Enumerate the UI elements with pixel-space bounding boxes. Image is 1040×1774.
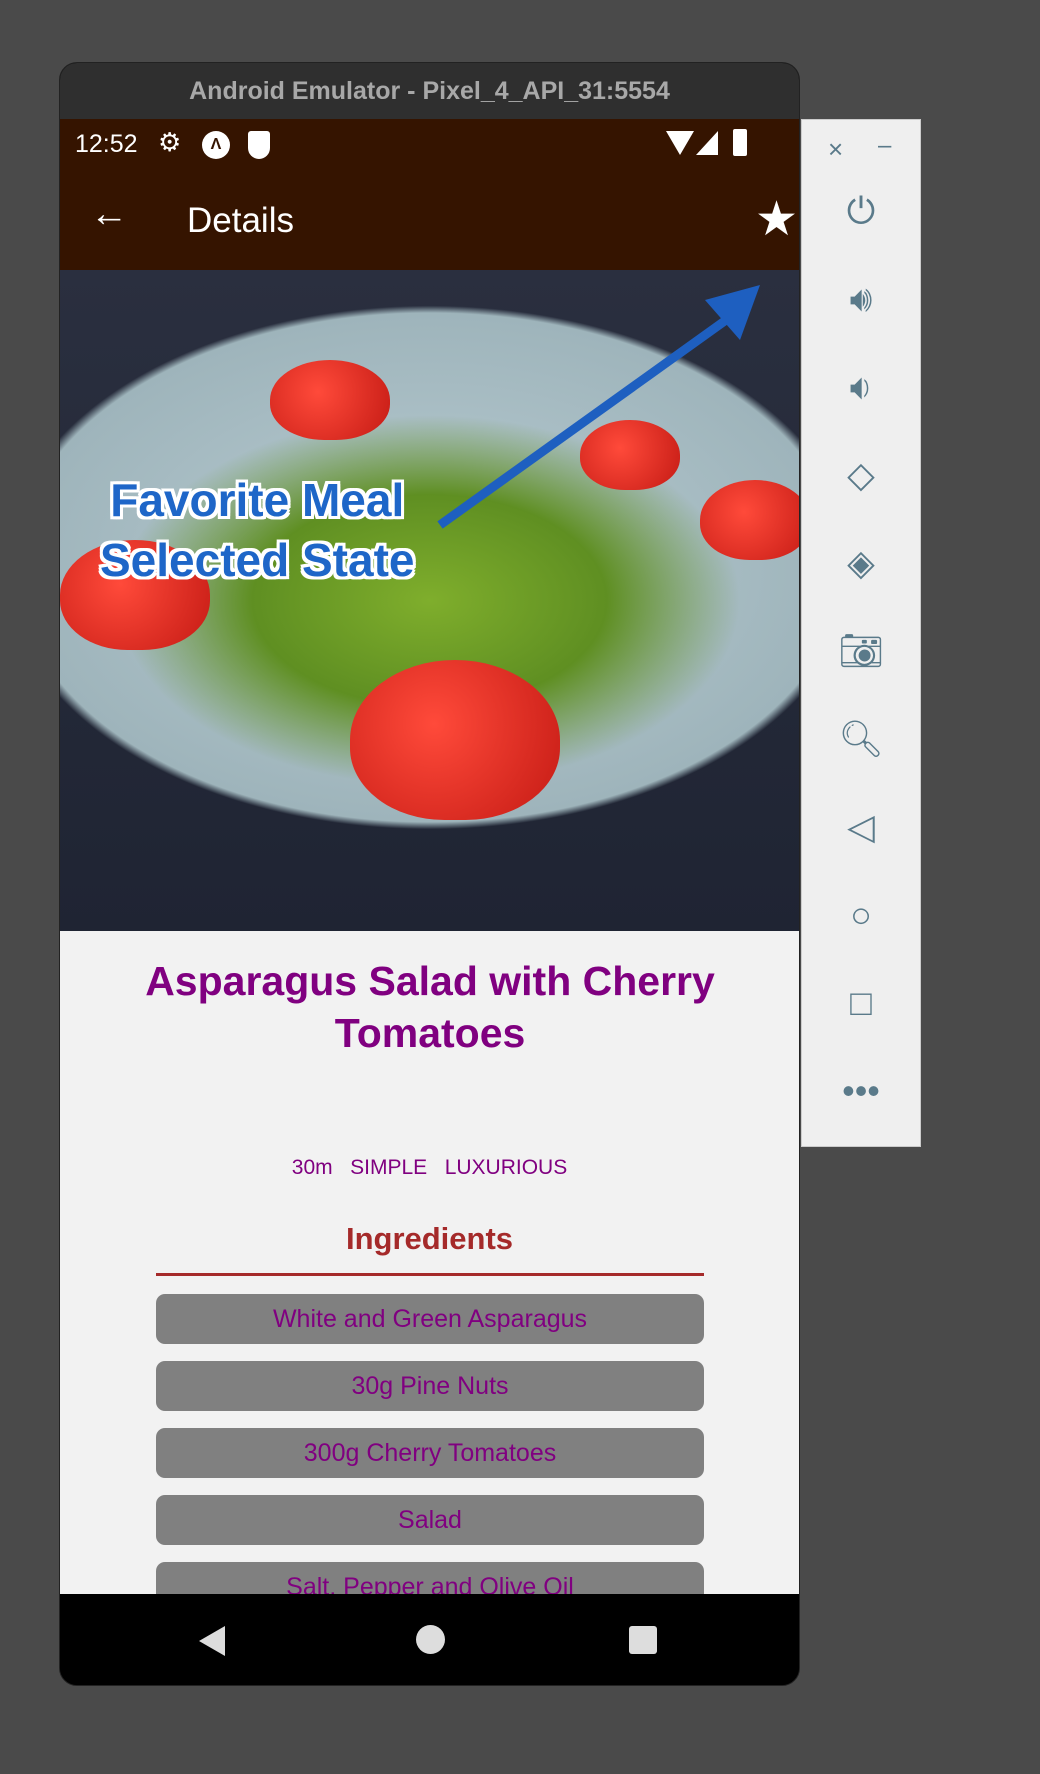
arrow-left-icon[interactable]: ← [90, 193, 128, 236]
app-bar: ← Details ★ [60, 171, 799, 270]
screen-title: Details [187, 201, 294, 240]
camera-icon[interactable]: 📷︎ [802, 630, 920, 672]
rotate-right-icon[interactable]: ◈ [802, 542, 920, 584]
ingredients-heading: Ingredients [345, 1221, 514, 1256]
heading-divider [156, 1273, 704, 1276]
battery-icon [733, 129, 747, 156]
meal-image: Favorite Meal Selected State [60, 270, 799, 931]
meal-title: Asparagus Salad with Cherry Tomatoes [145, 958, 715, 1056]
duration: 30m [291, 1156, 333, 1179]
wifi-icon [666, 131, 694, 155]
volume-down-icon[interactable]: 🔉︎ [802, 366, 920, 409]
emulator-side-toolbar: × – ⏻ 🔊︎ 🔉︎ ◇ ◈ 📷︎ 🔍︎ ◁ ○ □ ••• [801, 119, 921, 1147]
nav-home-icon[interactable] [416, 1625, 445, 1654]
overview-icon[interactable]: □ [802, 982, 920, 1024]
annotation-arrow [437, 285, 760, 529]
annotation-line2: Selected State [100, 534, 415, 586]
status-bar: 12:52 ⚙ Λ [60, 119, 799, 171]
shield-icon [248, 131, 270, 159]
star-filled-icon[interactable]: ★ [755, 191, 798, 247]
ingredients-list[interactable]: White and Green Asparagus 30g Pine Nuts … [60, 1294, 799, 1595]
complexity: SIMPLE [350, 1156, 428, 1179]
ingredient-item: Salt, Pepper and Olive Oil [156, 1562, 704, 1595]
status-time: 12:52 [75, 130, 138, 158]
power-icon[interactable]: ⏻ [802, 190, 920, 233]
nav-back-icon[interactable] [199, 1626, 225, 1656]
affordability: LUXURIOUS [444, 1156, 568, 1179]
ingredient-item: Salad [156, 1495, 704, 1545]
ingredient-item: 30g Pine Nuts [156, 1361, 704, 1411]
volume-up-icon[interactable]: 🔊︎ [802, 278, 920, 321]
emulator-window: Android Emulator - Pixel_4_API_31:5554 1… [59, 62, 800, 1686]
annotation-line1: Favorite Meal [110, 474, 405, 526]
annotation-label: Favorite Meal Selected State [100, 470, 414, 590]
minimize-icon[interactable]: – [878, 132, 891, 160]
more-icon[interactable]: ••• [802, 1070, 920, 1112]
window-title: Android Emulator - Pixel_4_API_31:5554 [60, 63, 799, 119]
rotate-left-icon[interactable]: ◇ [802, 454, 920, 496]
a-icon: Λ [202, 131, 230, 159]
home-icon[interactable]: ○ [802, 894, 920, 936]
signal-icon [696, 131, 718, 155]
zoom-icon[interactable]: 🔍︎ [802, 718, 920, 760]
meal-details: Asparagus Salad with Cherry Tomatoes 30m… [60, 931, 799, 1657]
ingredient-item: 300g Cherry Tomatoes [156, 1428, 704, 1478]
meal-meta: 30m SIMPLE LUXURIOUS [60, 1156, 799, 1180]
back-icon[interactable]: ◁ [802, 806, 920, 848]
close-icon[interactable]: × [828, 134, 843, 165]
system-nav-bar [60, 1594, 799, 1685]
nav-recents-icon[interactable] [629, 1626, 657, 1654]
ingredient-item: White and Green Asparagus [156, 1294, 704, 1344]
gear-icon: ⚙ [158, 127, 182, 157]
